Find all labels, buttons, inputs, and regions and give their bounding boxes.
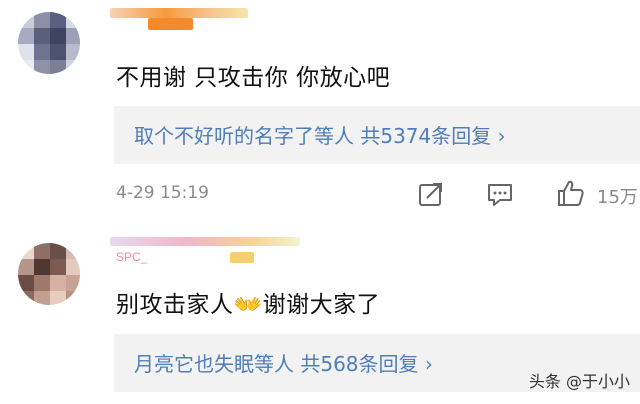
username-redacted-block [148,18,193,30]
comment-timestamp: 4-29 15:19 [116,183,209,203]
watermark: 头条 @于小小 [528,372,630,391]
like-count: 15万 [597,187,638,208]
comment-text: 别攻击家人👐谢谢大家了 [116,292,381,318]
username-redacted[interactable] [110,8,248,18]
username-fragment: SPC_ [116,250,148,264]
avatar[interactable] [18,243,80,305]
username-redacted[interactable] [110,237,300,246]
comment-text: 不用谢 只攻击你 你放心吧 [116,65,391,91]
avatar[interactable] [18,12,80,74]
thumbs-up-icon[interactable] [556,178,586,208]
username-badge [230,252,254,263]
replies-link[interactable]: 取个不好听的名字了等人 共5374条回复 › [134,120,506,149]
replies-link[interactable]: 月亮它也失眠等人 共568条回复 › [134,348,433,377]
comment-icon[interactable] [486,182,514,208]
replies-preview-box[interactable]: 取个不好听的名字了等人 共5374条回复 › [114,106,640,164]
share-icon[interactable] [417,180,445,208]
